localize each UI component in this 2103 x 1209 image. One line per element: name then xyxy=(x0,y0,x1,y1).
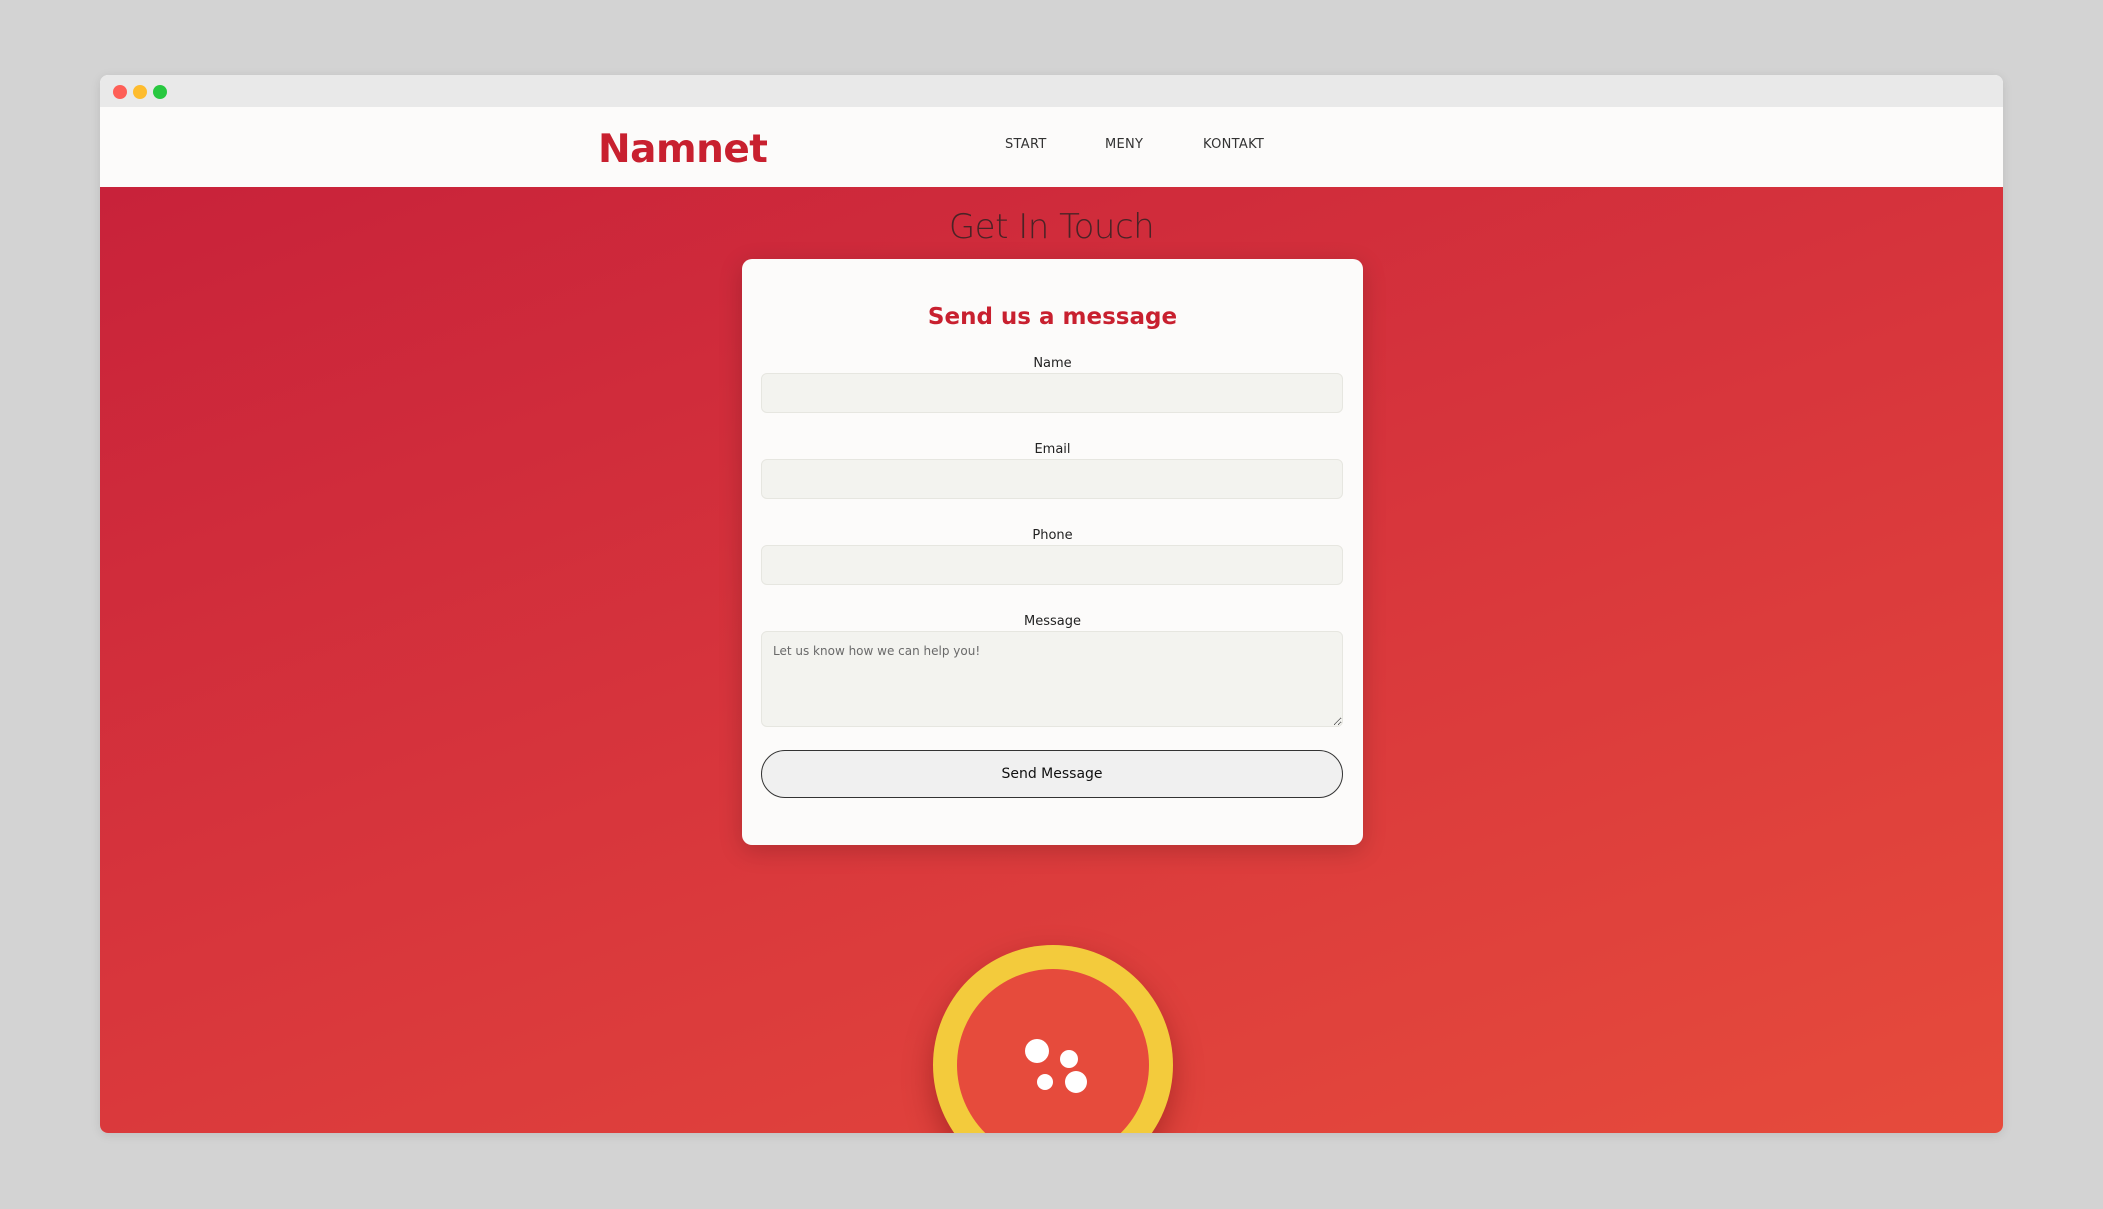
close-window-button[interactable] xyxy=(113,85,127,99)
minimize-window-button[interactable] xyxy=(133,85,147,99)
nav-link-meny[interactable]: MENY xyxy=(1105,137,1143,152)
logo-badge-inner xyxy=(957,969,1149,1133)
browser-window: Namnet START MENY KONTAKT Get In Touch S… xyxy=(100,75,2003,1133)
contact-section: Get In Touch Send us a message Name Emai… xyxy=(100,187,2003,1133)
message-textarea[interactable] xyxy=(761,631,1343,727)
logo-dots-icon xyxy=(1025,1039,1087,1093)
form-title: Send us a message xyxy=(927,304,1178,330)
maximize-window-button[interactable] xyxy=(153,85,167,99)
brand-logo-text[interactable]: Namnet xyxy=(598,127,768,172)
name-label: Name xyxy=(1033,356,1072,371)
nav-link-start[interactable]: START xyxy=(1005,137,1047,152)
contact-form-card: Send us a message Name Email Phone Messa… xyxy=(742,259,1363,845)
email-input[interactable] xyxy=(761,459,1343,499)
phone-label: Phone xyxy=(1032,528,1073,543)
site-navbar: Namnet START MENY KONTAKT xyxy=(100,107,2003,187)
email-label: Email xyxy=(1034,442,1071,457)
message-label: Message xyxy=(1024,614,1081,629)
send-message-button[interactable]: Send Message xyxy=(761,750,1343,798)
section-title: Get In Touch xyxy=(948,207,1155,247)
phone-input[interactable] xyxy=(761,545,1343,585)
window-titlebar xyxy=(100,75,2003,107)
nav-link-kontakt[interactable]: KONTAKT xyxy=(1203,137,1264,152)
name-input[interactable] xyxy=(761,373,1343,413)
logo-badge[interactable] xyxy=(933,945,1173,1133)
